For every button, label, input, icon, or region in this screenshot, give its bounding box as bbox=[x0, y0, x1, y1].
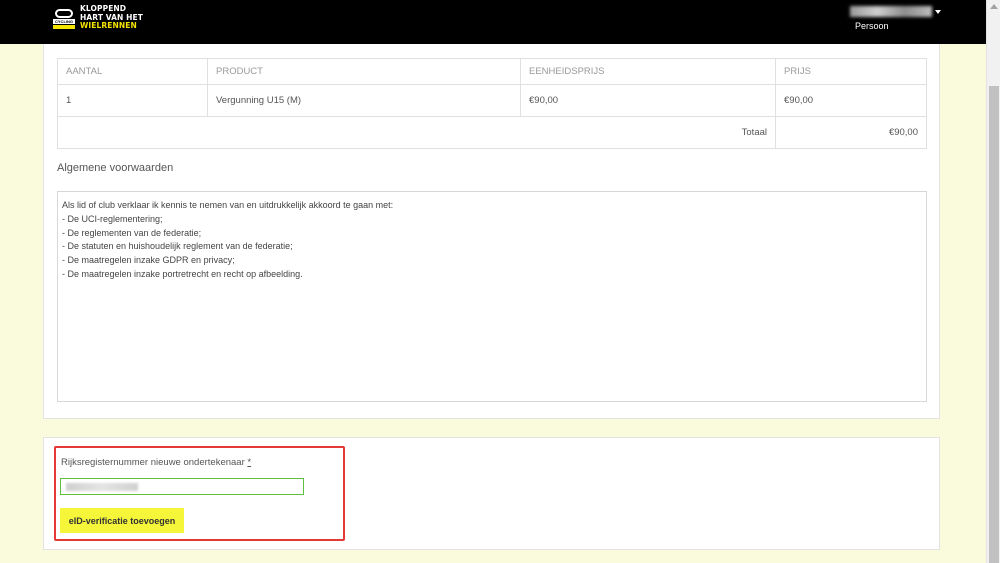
table-row: 1 Vergunning U15 (M) €90,00 €90,00 bbox=[57, 84, 927, 117]
terms-title: Algemene voorwaarden bbox=[57, 162, 174, 174]
terms-item: - De UCI-reglementering; bbox=[62, 213, 163, 224]
column-header-product: PRODUCT bbox=[207, 58, 521, 85]
terms-item: - De reglementen van de federatie; bbox=[62, 227, 202, 238]
terms-intro: Als lid of club verklaar ik kennis te ne… bbox=[62, 200, 394, 210]
terms-textarea[interactable]: Als lid of club verklaar ik kennis te ne… bbox=[57, 191, 927, 402]
cell-product: Vergunning U15 (M) bbox=[207, 84, 521, 117]
logo-wordmark: KLOPPEND HART VAN HET WIELRENNEN bbox=[80, 4, 143, 30]
terms-item: - De maatregelen inzake GDPR en privacy; bbox=[62, 255, 235, 266]
brand-logo[interactable]: CYCLING KLOPPEND HART VAN HET WIELRENNEN bbox=[53, 4, 173, 33]
terms-item: - De statuten en huishoudelijk reglement… bbox=[62, 241, 293, 252]
column-header-unit-price: EENHEIDSPRIJS bbox=[520, 58, 776, 85]
total-row: Totaal €90,00 bbox=[57, 116, 927, 149]
total-value: €90,00 bbox=[775, 116, 927, 149]
top-navbar: CYCLING KLOPPEND HART VAN HET WIELRENNEN… bbox=[0, 0, 986, 44]
cell-quantity: 1 bbox=[57, 84, 208, 117]
terms-item: - De maatregelen inzake portretrecht en … bbox=[62, 268, 303, 279]
scrollbar-thumb[interactable] bbox=[989, 86, 999, 563]
order-table: AANTAL PRODUCT EENHEIDSPRIJS PRIJS 1 Ver… bbox=[57, 58, 927, 149]
order-panel: AANTAL PRODUCT EENHEIDSPRIJS PRIJS 1 Ver… bbox=[43, 44, 940, 419]
chevron-down-icon[interactable] bbox=[935, 10, 941, 14]
column-header-quantity: AANTAL bbox=[57, 58, 208, 85]
user-role: Persoon bbox=[855, 21, 889, 31]
cycling-logo-icon: CYCLING bbox=[53, 9, 75, 29]
total-label: Totaal bbox=[57, 116, 776, 149]
scroll-up-arrow-icon[interactable] bbox=[990, 4, 998, 9]
user-name-redacted bbox=[850, 6, 932, 17]
highlight-annotation bbox=[54, 446, 345, 541]
table-header-row: AANTAL PRODUCT EENHEIDSPRIJS PRIJS bbox=[57, 58, 927, 85]
cell-unit-price: €90,00 bbox=[520, 84, 776, 117]
user-menu[interactable]: Persoon bbox=[850, 4, 950, 40]
cell-price: €90,00 bbox=[775, 84, 927, 117]
column-header-price: PRIJS bbox=[775, 58, 927, 85]
page-scrollbar[interactable] bbox=[986, 0, 1000, 563]
